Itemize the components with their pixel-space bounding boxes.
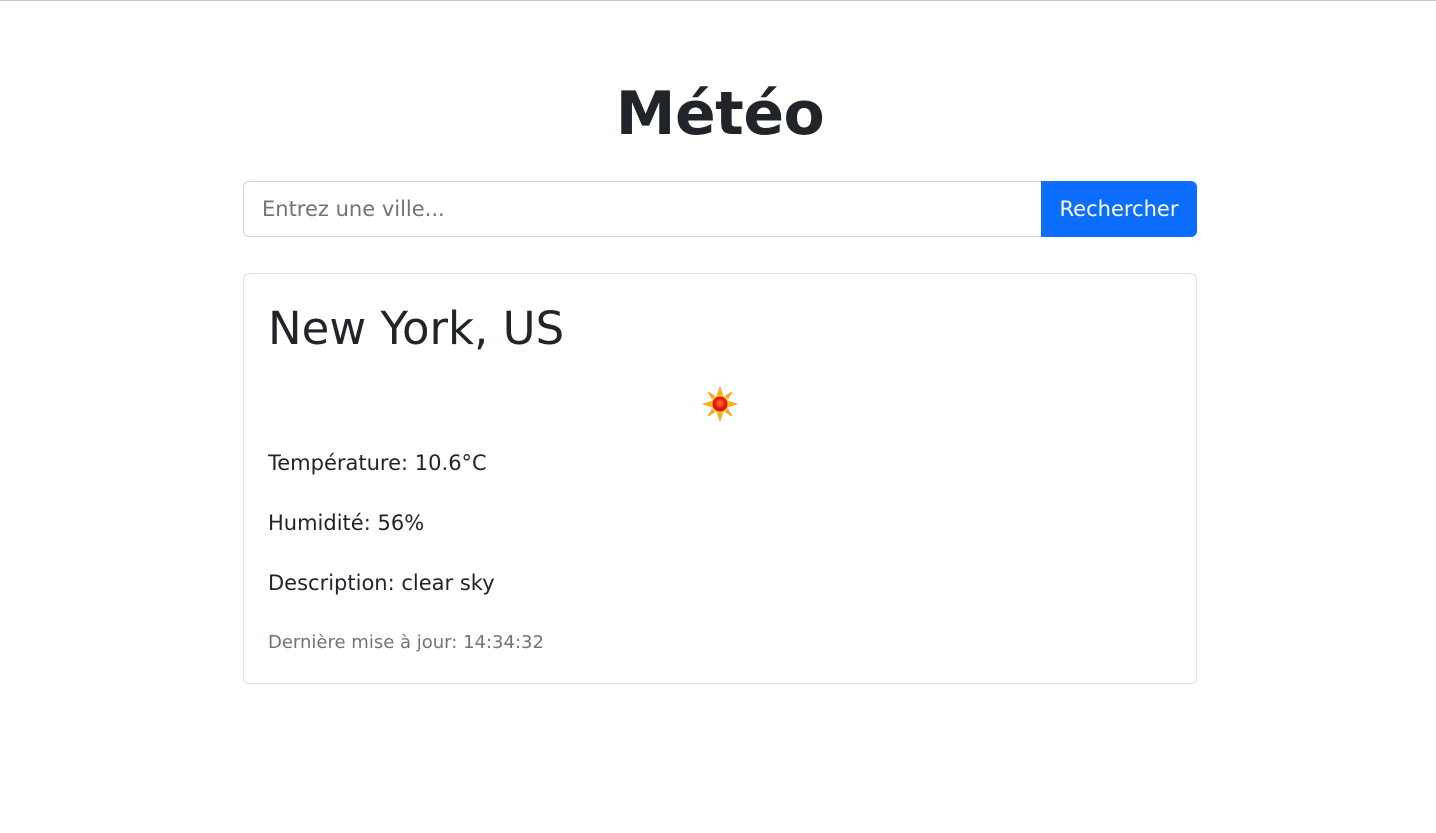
humidity-label: Humidité: (268, 511, 371, 535)
weather-card: New York, US Température: 10.6°C Humidit… (243, 273, 1197, 684)
last-updated-time: 14:34:32 (463, 632, 544, 653)
temperature-text: Température: 10.6°C (268, 448, 487, 478)
city-name: New York, US (268, 302, 565, 355)
page-title: Météo (615, 79, 825, 149)
description-value: clear sky (401, 571, 495, 595)
sun-icon (702, 386, 738, 422)
humidity-value: 56% (377, 511, 425, 535)
last-updated-label: Dernière mise à jour: (268, 632, 458, 653)
description-label: Description: (268, 571, 395, 595)
search-bar: Rechercher (243, 181, 1197, 237)
humidity-text: Humidité: 56% (268, 508, 424, 538)
temperature-label: Température: (268, 451, 409, 475)
temperature-value: 10.6°C (414, 451, 487, 475)
search-button[interactable]: Rechercher (1041, 181, 1197, 237)
description-text: Description: clear sky (268, 568, 495, 598)
last-updated-text: Dernière mise à jour: 14:34:32 (268, 630, 544, 656)
city-search-input[interactable] (243, 181, 1041, 237)
top-divider (0, 0, 1436, 1)
